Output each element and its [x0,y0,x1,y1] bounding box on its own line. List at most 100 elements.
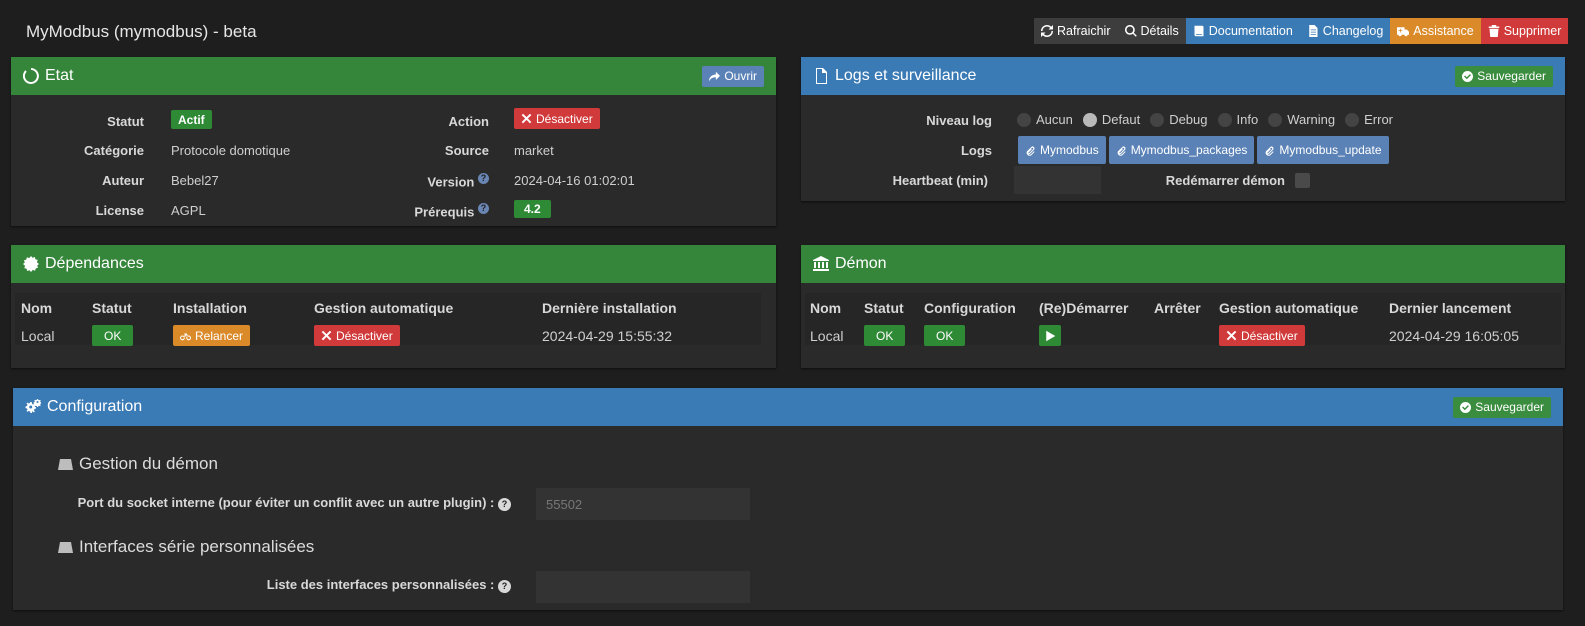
check-circle-icon [1460,401,1472,413]
deactivate-plugin-button[interactable]: Désactiver [514,108,600,129]
file-icon [816,68,827,84]
details-button[interactable]: Détails [1117,18,1186,44]
log-level-aucun[interactable]: Aucun [1017,112,1073,127]
relaunch-button[interactable]: Relancer [173,325,251,346]
log-level-warning[interactable]: Warning [1268,112,1335,127]
log-level-debug[interactable]: Debug [1150,112,1208,127]
port-input[interactable]: 55502 [536,488,750,520]
demon-status-badge: OK [864,325,906,346]
log-level-defaut[interactable]: Defaut [1082,112,1140,127]
source-label: Source [444,143,489,158]
heartbeat-input[interactable] [1014,166,1101,194]
dep-last-install: 2024-04-29 15:55:32 [542,328,672,344]
dep-col-nom: Nom [21,300,53,316]
open-button[interactable]: Ouvrir [702,65,764,87]
help-icon[interactable]: ? [478,173,489,184]
section-gestion-demon: Gestion du démon [57,454,218,474]
action-label: Action [448,114,489,129]
config-save-button[interactable]: Sauvegarder [1453,396,1551,418]
log-mymodbus-packages-button[interactable]: Mymodbus_packages [1108,136,1255,164]
documentation-label: Documentation [1208,24,1293,38]
help-icon[interactable]: ? [498,498,511,511]
log-mymodbus-button[interactable]: Mymodbus [1018,136,1106,164]
log-level-error[interactable]: Error [1345,112,1393,127]
demon-col-gestion: Gestion automatique [1219,300,1359,316]
demon-deactivate-label: Désactiver [1241,328,1298,343]
demon-deactivate-button[interactable]: Désactiver [1219,325,1305,346]
port-label-wrap: Port du socket interne (pour éviter un c… [13,495,511,511]
radio-dot [1345,112,1360,127]
categorie-label: Catégorie [84,143,144,158]
help-icon[interactable]: ? [478,203,489,214]
version-label: Version [427,174,475,190]
file-text-icon [1309,25,1318,37]
configuration-title: Configuration [47,398,143,415]
version-label-wrap: Version ? [381,173,489,189]
radio-dot [1268,112,1283,127]
niveau-log-label: Niveau log [926,113,992,128]
dep-col-derniere: Dernière installation [542,300,677,316]
logs-panel: Logs et surveillance Sauvegarder Niveau … [801,57,1565,201]
radio-label: Error [1364,112,1394,127]
dependances-panel: Dépendances Nom Statut Installation Gest… [11,245,776,368]
hat-icon [58,458,73,470]
log-button-label: Mymodbus_update [1279,143,1382,157]
close-icon [321,330,332,341]
delete-button[interactable]: Supprimer [1480,18,1569,44]
demon-panel: Démon Nom Statut Configuration (Re)Démar… [801,245,1565,368]
start-daemon-button[interactable] [1039,325,1061,346]
heartbeat-label: Heartbeat (min) [892,173,988,188]
institution-icon [813,256,829,271]
restart-daemon-label: Redémarrer démon [1165,173,1285,188]
log-level-info[interactable]: Info [1217,112,1258,127]
interfaces-label: Liste des interfaces personnalisées : [266,577,495,592]
cogs-icon [25,399,41,413]
log-button-label: Mymodbus_packages [1130,143,1248,157]
documentation-button[interactable]: Documentation [1185,18,1300,44]
refresh-icon [1041,25,1053,37]
logs-save-button[interactable]: Sauvegarder [1455,65,1553,87]
help-icon[interactable]: ? [498,580,511,593]
changelog-button[interactable]: Changelog [1299,18,1391,44]
certificate-icon [23,256,39,272]
restart-daemon-checkbox[interactable] [1295,173,1310,188]
demon-col-restart: (Re)Démarrer [1039,300,1129,316]
demon-col-stop: Arrêter [1154,300,1201,316]
deactivate-plugin-label: Désactiver [536,111,593,126]
dep-col-statut: Statut [92,300,132,316]
demon-last-launch: 2024-04-29 16:05:05 [1389,328,1519,344]
license-value: AGPL [171,203,206,218]
demon-config-badge: OK [924,325,966,346]
dep-status-badge: OK [92,325,134,346]
delete-label: Supprimer [1503,24,1562,38]
assistance-button[interactable]: Assistance [1390,18,1481,44]
dep-col-gestion: Gestion automatique [314,300,454,316]
demon-col-nom: Nom [810,300,842,316]
refresh-button[interactable]: Rafraichir [1034,18,1118,44]
changelog-label: Changelog [1322,24,1384,38]
section-interfaces-title: Interfaces série personnalisées [79,537,315,556]
close-icon [521,113,532,124]
log-level-radios: Aucun Defaut Debug Info Warning Error [1017,112,1403,127]
license-label: License [95,203,144,218]
ambulance-icon [1397,27,1410,37]
dep-deactivate-button[interactable]: Désactiver [314,325,400,346]
etat-panel: Etat Ouvrir Statut Actif Catégorie Proto… [11,57,776,226]
demon-nom: Local [810,328,844,344]
check-circle-icon [1462,70,1474,82]
log-mymodbus-update-button[interactable]: Mymodbus_update [1257,136,1389,164]
relaunch-label: Relancer [195,328,244,343]
radio-dot-selected [1082,112,1097,127]
logs-label: Logs [960,143,992,158]
etat-title: Etat [45,67,74,84]
section-interfaces: Interfaces série personnalisées [57,537,314,557]
paperclip-icon [1026,145,1035,156]
plugin-toolbar: Rafraichir Détails Documentation Changel… [1034,18,1569,44]
demon-title: Démon [835,255,887,272]
interfaces-input[interactable] [536,571,750,603]
radio-dot [1017,112,1031,127]
log-buttons: Mymodbus Mymodbus_packages Mymodbus_upda… [1018,136,1389,164]
bicycle-icon [180,333,191,341]
config-save-label: Sauvegarder [1475,400,1544,414]
section-gestion-demon-title: Gestion du démon [79,454,218,473]
